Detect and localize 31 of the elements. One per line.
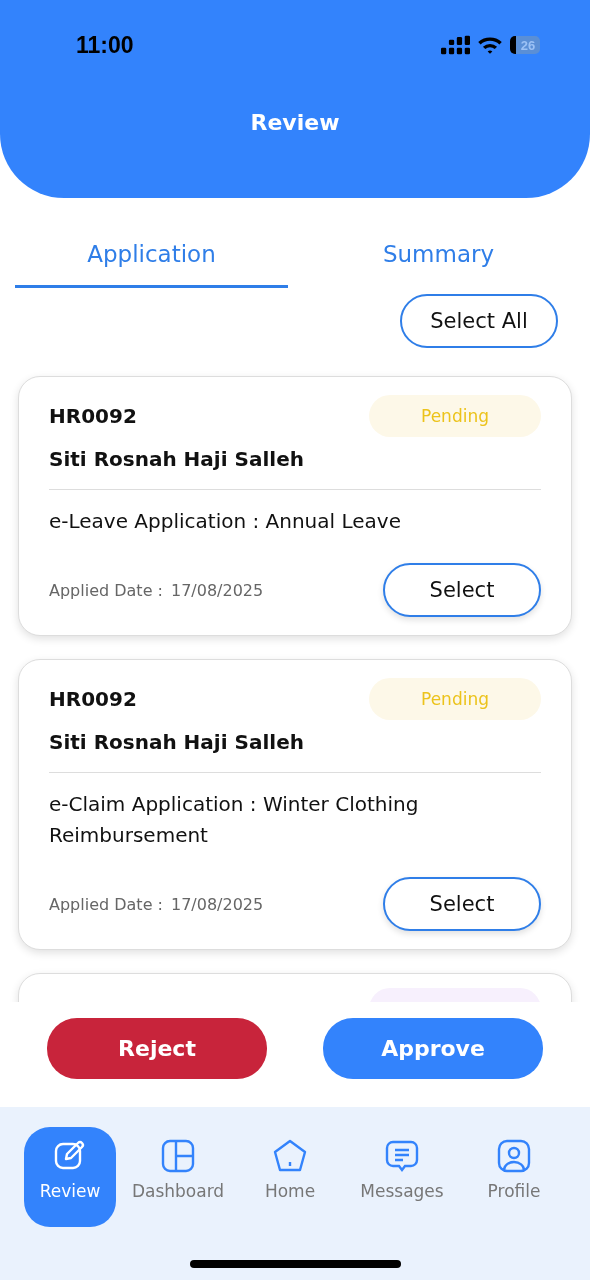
approve-button[interactable]: Approve — [323, 1018, 543, 1079]
nav-item[interactable]: Profile — [464, 1127, 564, 1227]
signal-icon — [441, 35, 470, 55]
reject-button[interactable]: Reject — [47, 1018, 267, 1079]
nav-item[interactable]: Messages — [352, 1127, 452, 1227]
status-time: 11:00 — [76, 31, 134, 59]
application-type: e-Leave Application : Annual Leave — [49, 508, 402, 535]
application-type: e-Claim Application : Winter Clothing Reimbursement — [49, 791, 420, 849]
applicant-name: Siti Rosnah Haji Salleh — [49, 730, 541, 773]
date-label: Applied Date : — [49, 894, 163, 914]
grid-icon — [159, 1137, 197, 1175]
status-badge: Pending — [369, 678, 541, 720]
nav-item[interactable]: Home — [240, 1127, 340, 1227]
select-all-button[interactable]: Select All — [400, 294, 558, 348]
application-id: HR0092 — [49, 687, 137, 711]
date-label: Applied Date : — [49, 580, 163, 600]
tab[interactable]: Application — [15, 198, 288, 288]
battery-icon: 26 — [510, 36, 540, 54]
tab[interactable]: Summary — [302, 198, 575, 288]
application-id: HR0092 — [49, 404, 137, 428]
nav-item[interactable]: Dashboard — [128, 1127, 228, 1227]
profile-icon — [495, 1137, 533, 1175]
select-button[interactable]: Select — [383, 877, 541, 931]
status-badge: Pending — [369, 395, 541, 437]
wifi-icon — [477, 35, 503, 55]
screen-title: Review — [250, 110, 340, 135]
applicant-name: Siti Rosnah Haji Salleh — [49, 447, 541, 490]
applied-date: 17/08/2025 — [170, 580, 264, 600]
nav-item[interactable]: Review — [24, 1127, 116, 1227]
select-button[interactable]: Select — [383, 563, 541, 617]
applied-date: 17/08/2025 — [170, 894, 264, 914]
